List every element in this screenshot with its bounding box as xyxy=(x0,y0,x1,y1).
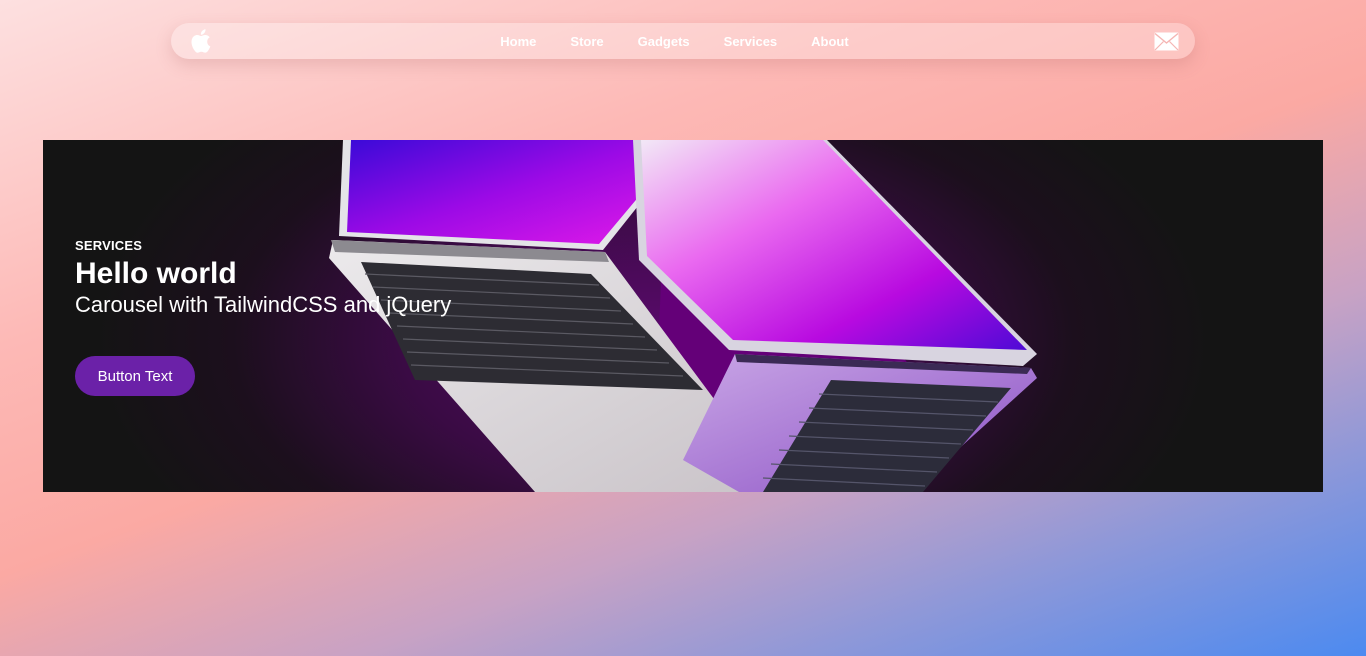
mail-icon[interactable] xyxy=(1154,32,1179,51)
nav-link-services[interactable]: Services xyxy=(724,34,778,49)
top-navbar: Home Store Gadgets Services About xyxy=(171,23,1195,59)
nav-link-store[interactable]: Store xyxy=(570,34,603,49)
nav-link-about[interactable]: About xyxy=(811,34,849,49)
hero-carousel: SERVICES Hello world Carousel with Tailw… xyxy=(43,140,1323,492)
slide-cta-button[interactable]: Button Text xyxy=(75,356,195,396)
slide-subtitle: Carousel with TailwindCSS and jQuery xyxy=(75,292,452,317)
nav-links: Home Store Gadgets Services About xyxy=(171,23,1195,59)
nav-link-home[interactable]: Home xyxy=(500,34,536,49)
slide-title: Hello world xyxy=(75,257,237,290)
slide-tag: SERVICES xyxy=(75,238,143,253)
nav-link-gadgets[interactable]: Gadgets xyxy=(638,34,690,49)
slide-caption: SERVICES Hello world Carousel with Tailw… xyxy=(75,238,451,318)
